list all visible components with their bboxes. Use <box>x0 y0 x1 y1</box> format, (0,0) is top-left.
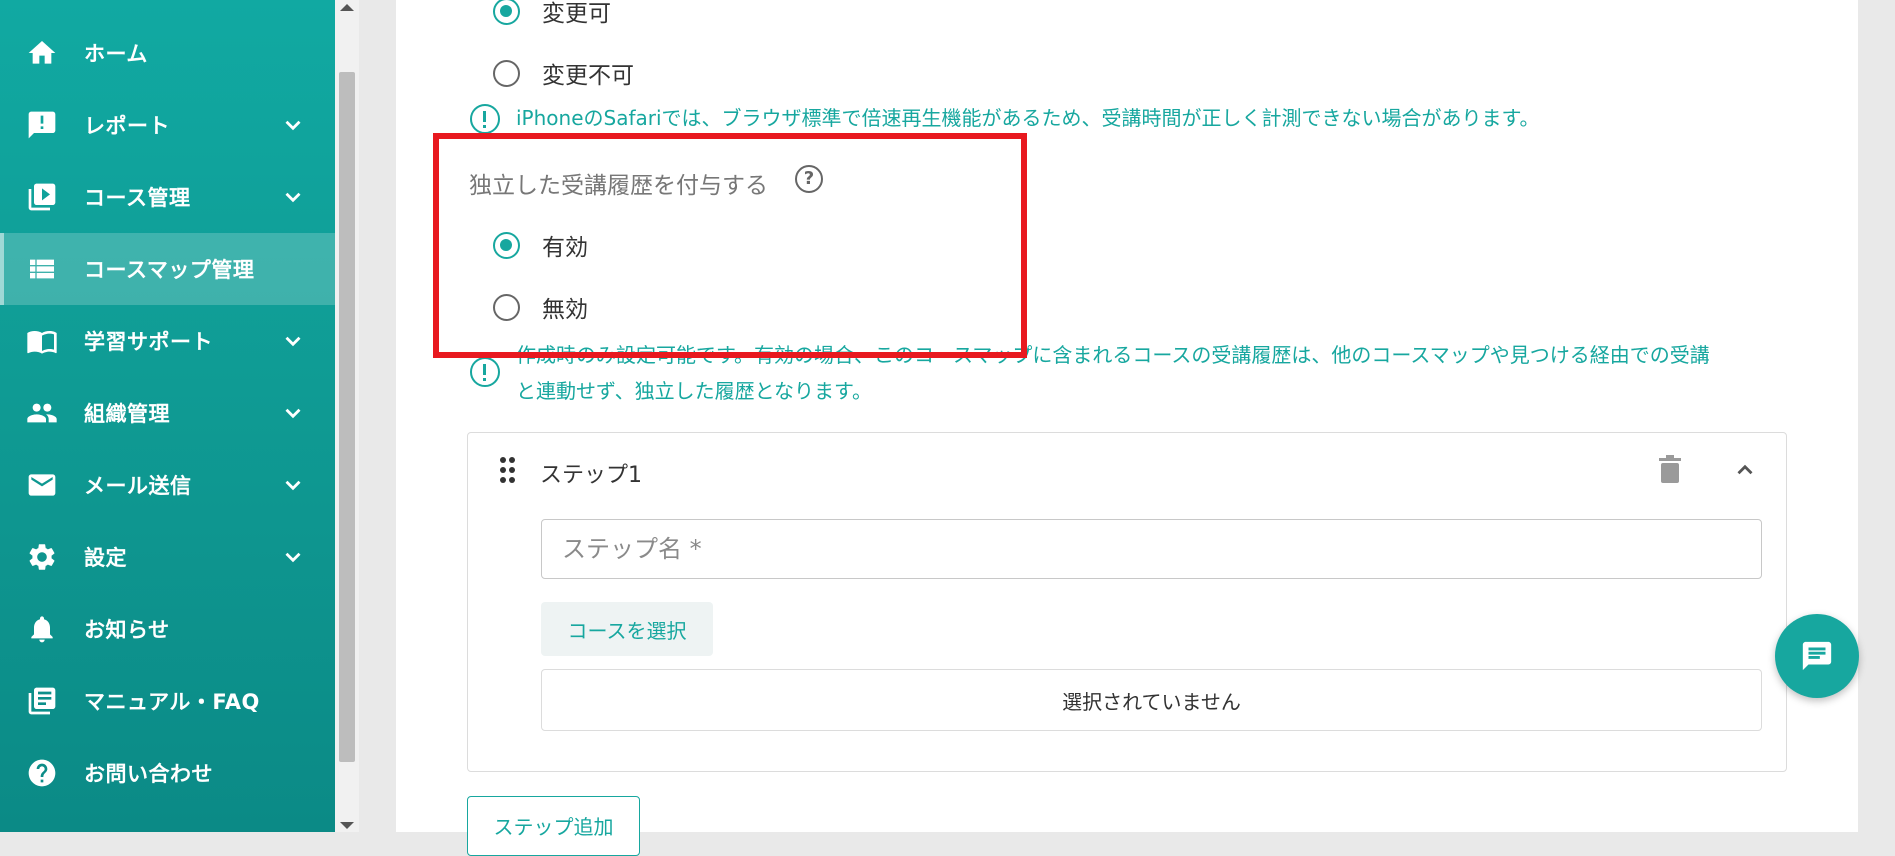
sidebar-item-label: マニュアル・FAQ <box>84 690 260 714</box>
scroll-thumb[interactable] <box>339 72 355 762</box>
scroll-down-icon[interactable] <box>340 822 354 829</box>
radio-changeable[interactable]: 変更可 <box>493 0 611 28</box>
radio-label: 変更不可 <box>542 63 634 89</box>
trash-icon[interactable] <box>1659 455 1681 483</box>
sidebar-item-label: コースマップ管理 <box>84 258 255 282</box>
book-icon <box>25 324 59 358</box>
sidebar-item-report[interactable]: レポート <box>0 89 335 161</box>
sidebar-item-label: ホーム <box>84 42 148 66</box>
sidebar: ホーム レポート コース管理 コースマップ管理 学習サポート 組織管理 メール送… <box>0 0 335 832</box>
chat-button[interactable] <box>1775 614 1859 698</box>
chevron-up-icon[interactable] <box>1732 457 1758 483</box>
people-icon <box>25 396 59 430</box>
sidebar-item-label: 学習サポート <box>84 330 213 354</box>
radio-button[interactable] <box>493 0 520 25</box>
speed-note: iPhoneのSafariでは、ブラウザ標準で倍速再生機能があるため、受講時間が… <box>516 106 1540 130</box>
sidebar-item-label: 設定 <box>84 546 127 570</box>
help-circle-icon <box>25 756 59 790</box>
sidebar-item-label: お問い合わせ <box>84 762 213 786</box>
radio-label: 変更可 <box>542 1 611 27</box>
list-icon <box>25 252 59 286</box>
step-name-input[interactable] <box>541 519 1762 579</box>
info-icon <box>470 357 500 387</box>
sidebar-item-label: 組織管理 <box>84 402 170 426</box>
course-icon <box>25 180 59 214</box>
chevron-down-icon <box>280 544 306 570</box>
scroll-up-icon[interactable] <box>340 4 354 11</box>
note-line: と連動せず、独立した履歴となります。 <box>516 379 872 403</box>
chat-icon <box>1802 641 1832 671</box>
radio-not-changeable[interactable]: 変更不可 <box>493 56 634 90</box>
sidebar-item-home[interactable]: ホーム <box>0 17 335 89</box>
selected-courses-status: 選択されていません <box>541 669 1762 731</box>
sidebar-item-contact[interactable]: お問い合わせ <box>0 737 335 809</box>
bell-icon <box>25 612 59 646</box>
sidebar-item-learning-support[interactable]: 学習サポート <box>0 305 335 377</box>
mail-icon <box>25 468 59 502</box>
select-course-button[interactable]: コースを選択 <box>541 602 713 656</box>
gear-icon <box>25 540 59 574</box>
manual-icon <box>25 684 59 718</box>
chevron-down-icon <box>280 112 306 138</box>
sidebar-item-label: レポート <box>84 114 170 138</box>
chevron-down-icon <box>280 328 306 354</box>
step-title: ステップ1 <box>540 463 642 488</box>
sidebar-item-course[interactable]: コース管理 <box>0 161 335 233</box>
sidebar-item-organization[interactable]: 組織管理 <box>0 377 335 449</box>
chevron-down-icon <box>280 400 306 426</box>
report-icon <box>25 108 59 142</box>
sidebar-item-notice[interactable]: お知らせ <box>0 593 335 665</box>
chevron-down-icon <box>280 472 306 498</box>
info-icon <box>470 104 500 134</box>
step-card: ステップ1 コースを選択 選択されていません <box>467 432 1787 772</box>
sidebar-item-settings[interactable]: 設定 <box>0 521 335 593</box>
sidebar-item-mail[interactable]: メール送信 <box>0 449 335 521</box>
sidebar-scrollbar[interactable] <box>335 0 359 832</box>
add-step-button[interactable]: ステップ追加 <box>467 796 640 856</box>
sidebar-item-label: メール送信 <box>84 474 192 498</box>
sidebar-item-coursemap[interactable]: コースマップ管理 <box>0 233 335 305</box>
drag-handle-icon[interactable] <box>500 457 516 483</box>
sidebar-item-label: コース管理 <box>84 186 191 210</box>
chevron-down-icon <box>280 184 306 210</box>
sidebar-item-manual[interactable]: マニュアル・FAQ <box>0 665 335 737</box>
home-icon <box>25 36 59 70</box>
radio-button[interactable] <box>493 59 520 87</box>
highlight-box <box>433 133 1027 358</box>
sidebar-item-label: お知らせ <box>84 618 170 642</box>
